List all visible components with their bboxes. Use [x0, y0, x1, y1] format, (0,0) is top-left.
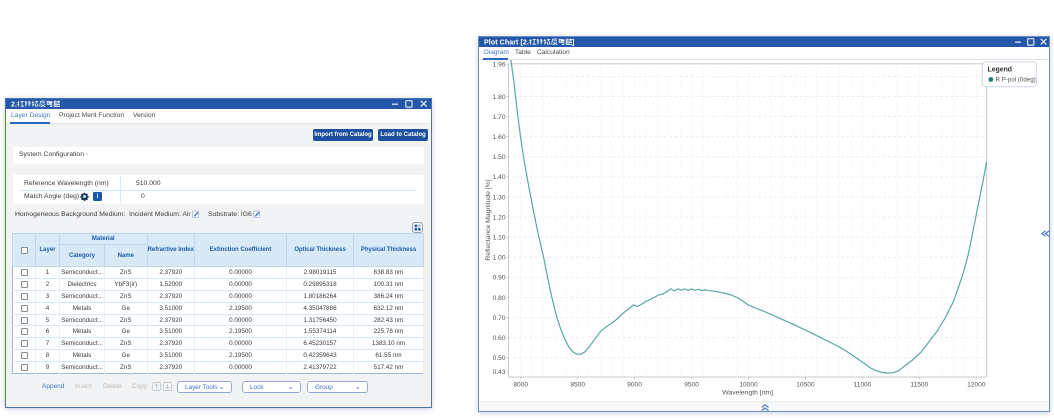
svg-text:1.40: 1.40 — [493, 174, 506, 181]
svg-text:9500: 9500 — [684, 381, 699, 388]
svg-text:1.00: 1.00 — [493, 255, 506, 262]
svg-text:0.50: 0.50 — [493, 355, 506, 362]
svg-text:8000: 8000 — [513, 381, 528, 388]
svg-text:1.80: 1.80 — [493, 94, 506, 101]
svg-text:Wavelength [nm]: Wavelength [nm] — [722, 390, 773, 397]
svg-text:1.30: 1.30 — [493, 194, 506, 201]
svg-text:1.60: 1.60 — [493, 134, 506, 141]
svg-text:1.20: 1.20 — [493, 214, 506, 221]
svg-text:0.43: 0.43 — [493, 369, 506, 376]
svg-text:0.60: 0.60 — [493, 335, 506, 342]
svg-text:10000: 10000 — [739, 381, 758, 388]
svg-text:1.96: 1.96 — [493, 62, 506, 69]
svg-text:1.50: 1.50 — [493, 154, 506, 161]
svg-text:10500: 10500 — [796, 381, 815, 388]
svg-text:0.80: 0.80 — [493, 295, 506, 302]
svg-text:12000: 12000 — [967, 381, 986, 388]
svg-text:Reflectance Magnitude [%]: Reflectance Magnitude [%] — [485, 179, 492, 260]
svg-text:0.70: 0.70 — [493, 315, 506, 322]
svg-text:11500: 11500 — [910, 381, 928, 388]
svg-text:R P-pol (0deg): R P-pol (0deg) — [996, 77, 1036, 84]
svg-text:8500: 8500 — [570, 381, 585, 388]
svg-text:0.90: 0.90 — [493, 275, 506, 282]
svg-text:1.70: 1.70 — [493, 114, 506, 121]
svg-text:11000: 11000 — [853, 381, 871, 388]
svg-text:Legend: Legend — [988, 67, 1013, 74]
svg-text:1.10: 1.10 — [493, 235, 506, 242]
svg-text:9000: 9000 — [627, 381, 642, 388]
